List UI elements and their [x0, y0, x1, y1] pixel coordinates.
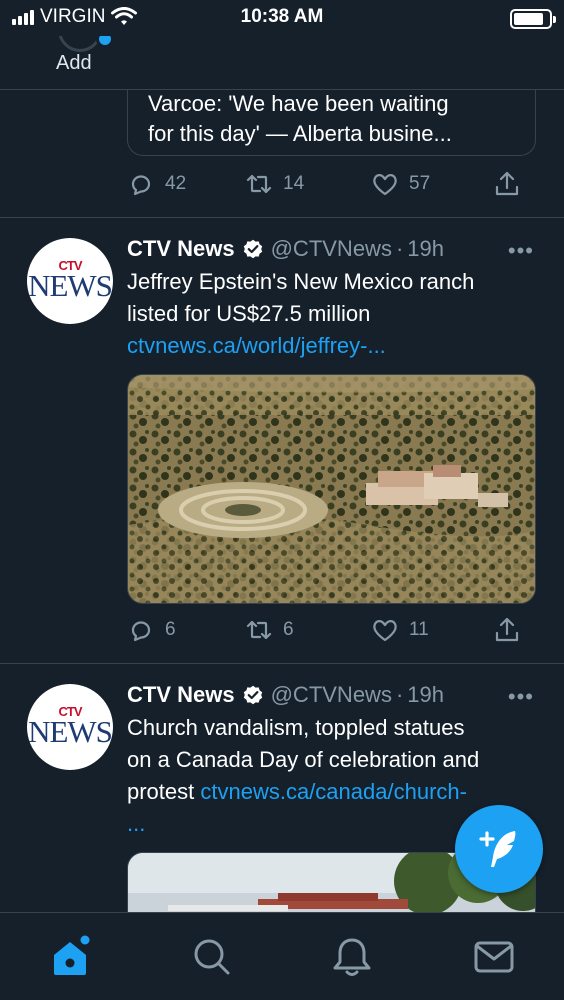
like-button[interactable]: 57: [371, 170, 430, 198]
tweet-media-image[interactable]: [127, 374, 536, 604]
tab-bar: [0, 912, 564, 1000]
tweet[interactable]: CTV NEWS CTV News @CTVNews · 19h ••• Jef…: [0, 218, 564, 664]
tab-messages[interactable]: [472, 935, 516, 979]
tweet-age: 19h: [407, 682, 444, 707]
share-button[interactable]: [493, 616, 521, 644]
verified-badge-icon: [243, 685, 262, 705]
more-options-icon[interactable]: •••: [508, 684, 534, 710]
battery-level: [514, 13, 543, 25]
quote-text-line2: for this day' — Alberta busine...: [148, 121, 452, 146]
tweet-previous[interactable]: Varcoe: 'We have been waiting for this d…: [0, 89, 564, 218]
compose-feather-icon: [479, 831, 516, 867]
reply-button[interactable]: 6: [127, 616, 176, 644]
fleet-add-label[interactable]: Add: [56, 52, 92, 75]
tweet-text-line2: on a Canada Day of celebration and: [127, 747, 480, 772]
status-time: 10:38 AM: [240, 6, 324, 27]
tab-home[interactable]: [48, 935, 92, 979]
tweet-text-line3: protest ctvnews.ca/canada/church-: [127, 776, 537, 808]
like-count: 11: [409, 619, 429, 640]
tab-notifications[interactable]: [330, 935, 374, 979]
reply-icon: [131, 175, 151, 196]
retweet-count: 14: [283, 173, 305, 194]
tweet-text-line1: Church vandalism, toppled statues: [127, 715, 465, 740]
fleets-row: Add: [0, 8, 564, 90]
avatar[interactable]: CTV NEWS: [27, 684, 113, 770]
tweet-text-line2: listed for US$27.5 million: [127, 301, 371, 326]
ctv-logo-bottom: NEWS: [28, 268, 113, 303]
tweet-link[interactable]: ctvnews.ca/world/jeffrey-...: [127, 330, 537, 362]
retweet-icon: [246, 174, 272, 194]
share-icon: [495, 617, 519, 642]
author-handle[interactable]: @CTVNews: [271, 236, 392, 262]
retweet-icon: [246, 620, 272, 640]
verified-badge-icon: [243, 239, 262, 259]
quote-text-line1: Varcoe: 'We have been waiting: [148, 91, 449, 116]
battery-icon: [510, 9, 556, 29]
reply-count: 6: [165, 619, 176, 640]
author-name[interactable]: CTV News: [127, 682, 235, 708]
search-icon: [194, 939, 230, 975]
notifications-icon: [333, 938, 371, 976]
tweet-text-line1: Jeffrey Epstein's New Mexico ranch: [127, 269, 475, 294]
tweet-actions: 6 6 11: [127, 616, 527, 646]
tweet-header: CTV News @CTVNews · 19h: [127, 236, 444, 262]
tweet-header: CTV News @CTVNews · 19h: [127, 682, 444, 708]
share-button[interactable]: [493, 170, 521, 198]
home-icon: [54, 935, 90, 975]
like-count: 57: [409, 173, 431, 194]
share-icon: [495, 171, 519, 196]
avatar[interactable]: CTV NEWS: [27, 238, 113, 324]
tweet-actions: 42 14 57: [127, 170, 527, 200]
retweet-button[interactable]: 14: [245, 170, 304, 198]
tweet-text: Jeffrey Epstein's New Mexico ranch liste…: [127, 266, 537, 362]
separator: ·: [395, 682, 404, 707]
quoted-tweet-card[interactable]: Varcoe: 'We have been waiting for this d…: [127, 89, 536, 156]
author-name[interactable]: CTV News: [127, 236, 235, 262]
ctv-logo-bottom: NEWS: [28, 714, 113, 749]
reply-icon: [131, 621, 151, 642]
tab-search[interactable]: [190, 935, 234, 979]
tweet-text-plain: protest: [127, 779, 201, 804]
separator: ·: [395, 236, 404, 261]
messages-icon: [474, 941, 514, 973]
retweet-button[interactable]: 6: [245, 616, 294, 644]
more-options-icon[interactable]: •••: [508, 238, 534, 264]
author-handle[interactable]: @CTVNews: [271, 682, 392, 708]
tweet-link[interactable]: ctvnews.ca/canada/church-: [200, 779, 467, 804]
like-button[interactable]: 11: [371, 616, 429, 644]
tweet-age: 19h: [407, 236, 444, 261]
compose-tweet-button[interactable]: [455, 805, 543, 893]
heart-icon: [373, 174, 397, 196]
reply-button[interactable]: 42: [127, 170, 186, 198]
aerial-ranch-photo: [128, 375, 535, 603]
heart-icon: [373, 620, 397, 642]
status-bar: VIRGIN 10:38 AM: [0, 0, 564, 36]
retweet-count: 6: [283, 619, 294, 640]
reply-count: 42: [165, 173, 187, 194]
